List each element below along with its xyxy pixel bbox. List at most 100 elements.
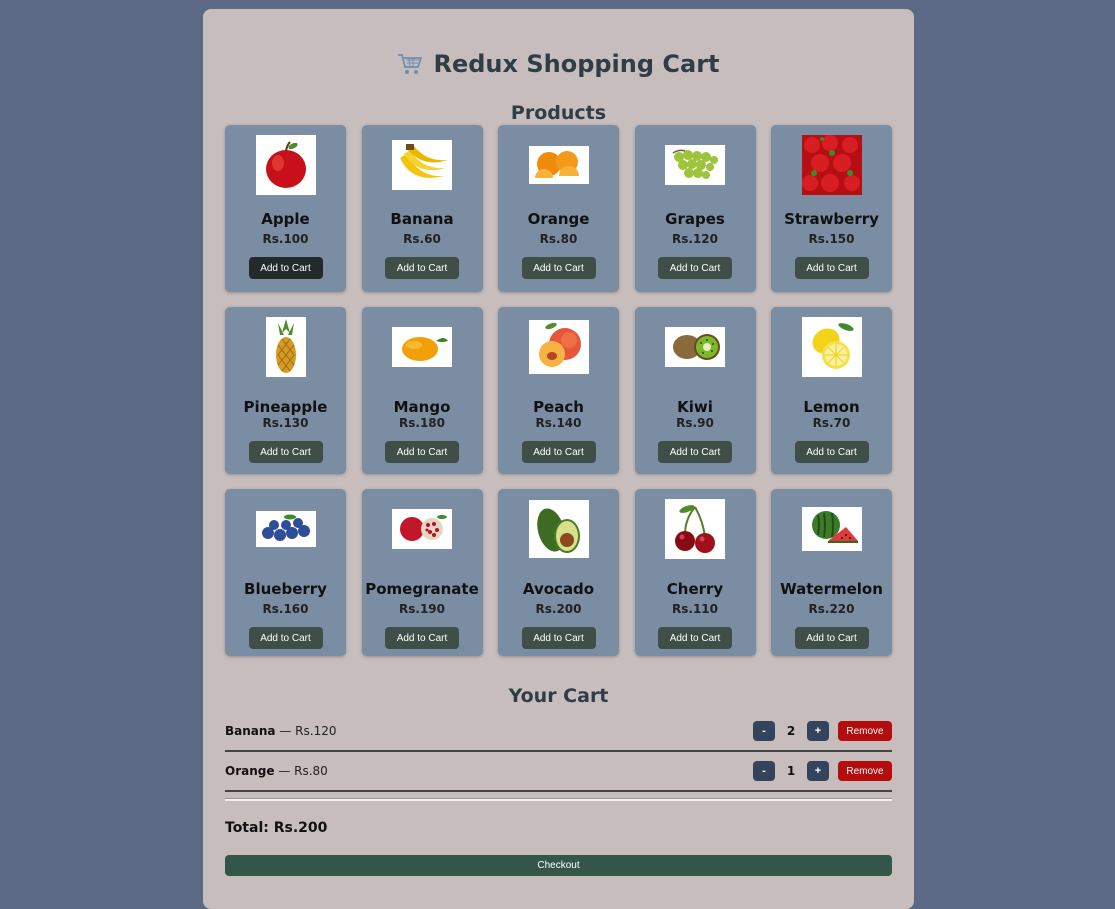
- product-price: Rs.100: [262, 232, 309, 246]
- add-to-cart-button-pomegranate[interactable]: Add to Cart: [385, 627, 459, 649]
- add-to-cart-button-pineapple[interactable]: Add to Cart: [248, 441, 323, 463]
- strawberry-image: [801, 135, 862, 195]
- quantity-value: 1: [786, 764, 796, 778]
- product-card-grapes: Grapes Rs.120 Add to Cart: [634, 125, 756, 292]
- products-heading: Products: [510, 102, 607, 124]
- peach-image: [528, 317, 589, 377]
- product-price: Rs.160: [262, 602, 309, 616]
- lemon-image: [801, 317, 862, 377]
- cart-item-price: Rs.120: [295, 724, 337, 738]
- cart-item-separator: —: [275, 724, 296, 738]
- product-card-mango: Mango Rs.180 Add to Cart: [361, 307, 483, 474]
- pomegranate-image: [392, 499, 452, 559]
- add-to-cart-button-mango[interactable]: Add to Cart: [385, 441, 459, 463]
- product-name: Banana: [390, 210, 454, 228]
- decrease-quantity-button[interactable]: -: [753, 761, 775, 781]
- increase-quantity-button[interactable]: +: [807, 761, 829, 781]
- quantity-controls: - 1 + Remove: [753, 761, 892, 781]
- product-card-orange: Orange Rs.80 Add to Cart: [498, 125, 619, 292]
- cart-item-separator: —: [274, 764, 295, 778]
- checkout-button[interactable]: Checkout: [225, 855, 892, 876]
- quantity-controls: - 2 + Remove: [753, 721, 892, 741]
- product-name: Lemon: [803, 398, 860, 416]
- product-price: Rs.190: [399, 602, 445, 616]
- add-to-cart-button-avocado[interactable]: Add to Cart: [521, 627, 596, 649]
- orange-image: [528, 135, 589, 195]
- cart-item-orange: Orange — Rs.80 - 1 + Remove: [225, 752, 892, 792]
- cart-heading: Your Cart: [508, 685, 609, 707]
- product-card-strawberry: Strawberry Rs.150 Add to Cart: [771, 125, 892, 292]
- add-to-cart-button-orange[interactable]: Add to Cart: [521, 257, 596, 279]
- apple-image: [255, 135, 316, 195]
- cherry-image: [665, 499, 725, 559]
- kiwi-image: [665, 317, 725, 377]
- product-card-kiwi: Kiwi Rs.90 Add to Cart: [634, 307, 756, 474]
- remove-item-button[interactable]: Remove: [838, 761, 892, 781]
- product-price: Rs.110: [672, 602, 718, 616]
- product-card-avocado: Avocado Rs.200 Add to Cart: [498, 489, 619, 656]
- product-name: Peach: [533, 398, 584, 416]
- product-card-lemon: Lemon Rs.70 Add to Cart: [771, 307, 892, 474]
- product-name: Watermelon: [780, 580, 883, 598]
- product-price: Rs.200: [535, 602, 582, 616]
- product-price: Rs.120: [672, 232, 718, 246]
- decrease-quantity-button[interactable]: -: [753, 721, 775, 741]
- product-card-pineapple: Pineapple Rs.130 Add to Cart: [225, 307, 346, 474]
- add-to-cart-button-peach[interactable]: Add to Cart: [521, 441, 596, 463]
- product-name: Apple: [261, 210, 310, 228]
- page-title-text: Redux Shopping Cart: [433, 50, 720, 78]
- product-name: Blueberry: [244, 580, 327, 598]
- cart-item-name: Banana: [225, 724, 276, 738]
- add-to-cart-button-grapes[interactable]: Add to Cart: [658, 257, 732, 279]
- product-price: Rs.140: [535, 416, 582, 430]
- product-grid: Apple Rs.100 Add to Cart Banana Rs.60 Ad…: [225, 125, 892, 656]
- product-card-peach: Peach Rs.140 Add to Cart: [498, 307, 619, 474]
- cart-divider: [225, 798, 892, 801]
- product-card-apple: Apple Rs.100 Add to Cart: [225, 125, 346, 292]
- increase-quantity-button[interactable]: +: [807, 721, 829, 741]
- product-name: Cherry: [666, 580, 724, 598]
- product-card-pomegranate: Pomegranate Rs.190 Add to Cart: [361, 489, 483, 656]
- quantity-value: 2: [786, 724, 796, 738]
- product-price: Rs.130: [262, 416, 309, 430]
- product-name: Avocado: [522, 580, 595, 598]
- product-price: Rs.60: [403, 232, 441, 246]
- product-name: Grapes: [665, 210, 725, 228]
- cart-list: Banana — Rs.120 - 2 + Remove Orange — Rs…: [225, 712, 892, 792]
- add-to-cart-button-apple[interactable]: Add to Cart: [248, 257, 323, 279]
- add-to-cart-button-banana[interactable]: Add to Cart: [385, 257, 459, 279]
- product-price: Rs.80: [539, 232, 578, 246]
- cart-total: Total: Rs.200: [225, 820, 328, 836]
- add-to-cart-button-cherry[interactable]: Add to Cart: [658, 627, 732, 649]
- pineapple-image: [256, 317, 316, 377]
- product-price: Rs.180: [399, 416, 445, 430]
- add-to-cart-button-lemon[interactable]: Add to Cart: [794, 441, 869, 463]
- shopping-cart-icon: [397, 52, 423, 76]
- watermelon-image: [801, 499, 862, 559]
- product-name: Mango: [393, 398, 451, 416]
- product-card-blueberry: Blueberry Rs.160 Add to Cart: [225, 489, 346, 656]
- cart-item-name: Orange: [225, 764, 275, 778]
- avocado-image: [528, 499, 589, 559]
- product-name: Strawberry: [784, 210, 879, 228]
- product-card-cherry: Cherry Rs.110 Add to Cart: [634, 489, 756, 656]
- add-to-cart-button-blueberry[interactable]: Add to Cart: [248, 627, 323, 649]
- product-name: Pineapple: [243, 398, 328, 416]
- add-to-cart-button-watermelon[interactable]: Add to Cart: [794, 627, 869, 649]
- remove-item-button[interactable]: Remove: [838, 721, 892, 741]
- cart-item-info: Orange — Rs.80: [225, 764, 328, 778]
- product-name: Kiwi: [677, 398, 713, 416]
- blueberry-image: [255, 499, 316, 559]
- mango-image: [392, 317, 452, 377]
- product-price: Rs.150: [808, 232, 855, 246]
- product-name: Pomegranate: [365, 580, 479, 598]
- cart-item-info: Banana — Rs.120: [225, 724, 336, 738]
- cart-item-banana: Banana — Rs.120 - 2 + Remove: [225, 712, 892, 752]
- cart-item-price: Rs.80: [294, 764, 328, 778]
- product-price: Rs.220: [808, 602, 855, 616]
- product-name: Orange: [527, 210, 590, 228]
- product-price: Rs.70: [812, 416, 851, 430]
- add-to-cart-button-kiwi[interactable]: Add to Cart: [658, 441, 732, 463]
- product-card-banana: Banana Rs.60 Add to Cart: [361, 125, 483, 292]
- add-to-cart-button-strawberry[interactable]: Add to Cart: [794, 257, 869, 279]
